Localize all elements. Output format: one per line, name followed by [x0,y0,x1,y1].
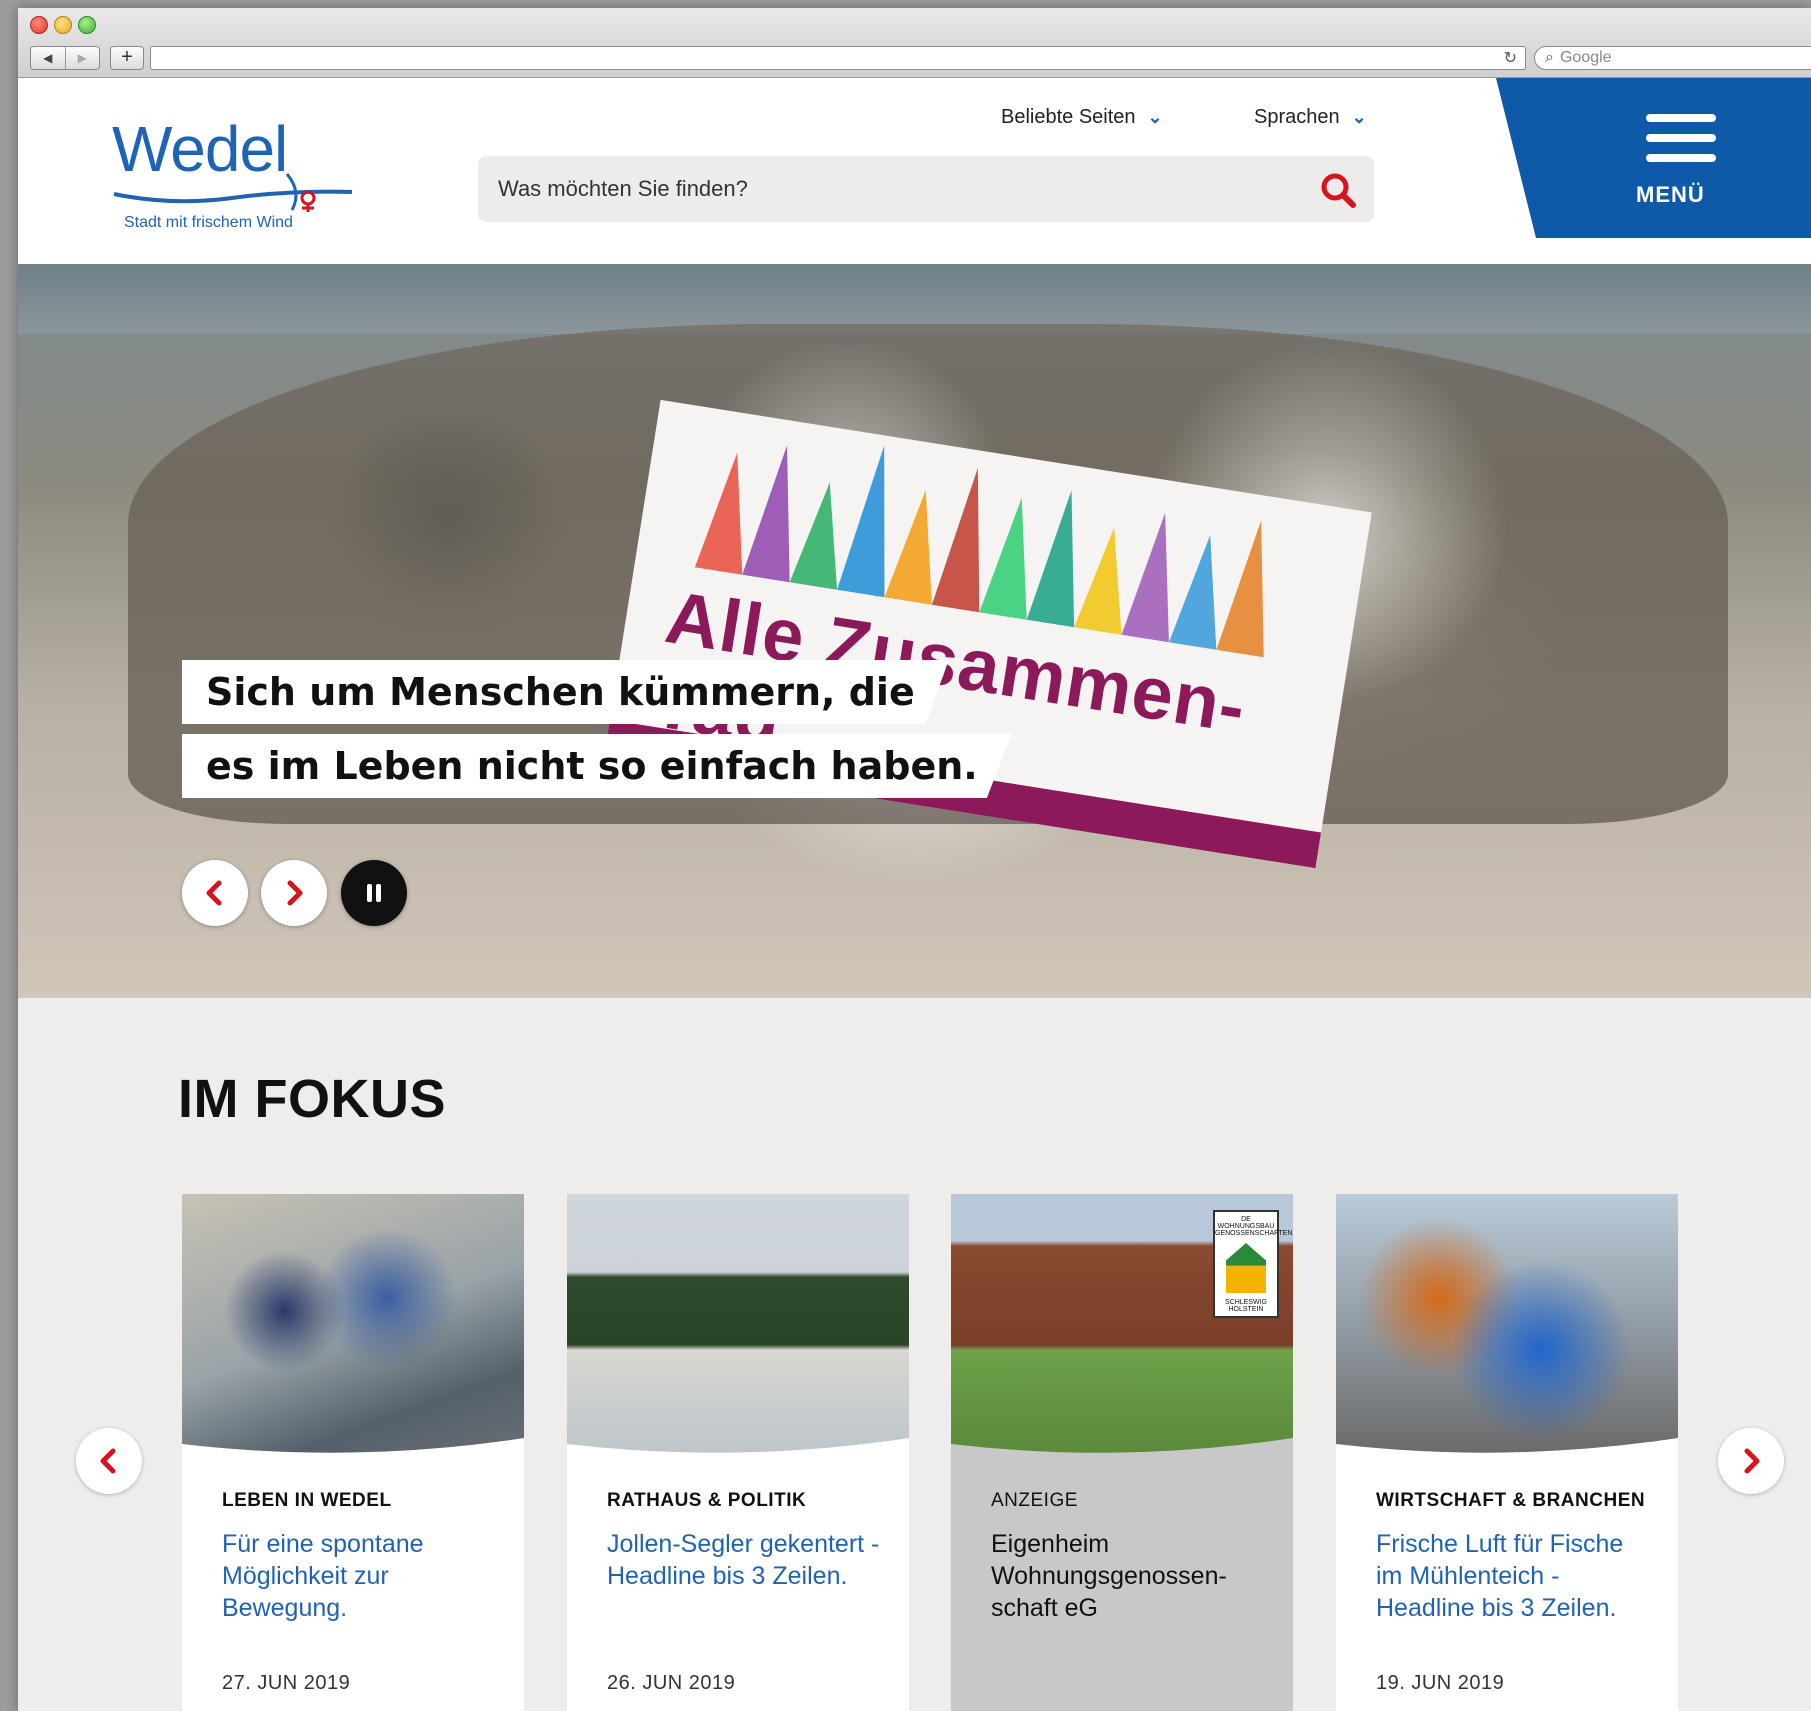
card-category: RATHAUS & POLITIK [607,1490,807,1511]
card-headline[interactable]: Jollen-Segler gekentert - Headline bis 3… [607,1528,887,1592]
cooperative-logo: DE WOHNUNGSBAU GENOSSENSCHAFTEN SCHLESWI… [1213,1210,1293,1318]
browser-search-placeholder: Google [1559,49,1612,66]
hero-caption-line-2: es im Leben nicht so einfach haben. [182,734,1012,798]
card-headline[interactable]: Für eine spontane Möglichkeit zur Bewegu… [222,1528,502,1624]
card-wave-divider [951,1438,1293,1464]
close-window-button[interactable] [30,16,48,34]
slider-pause-button[interactable] [341,860,407,926]
badge-text-top: DE WOHNUNGSBAU GENOSSENSCHAFTEN [1215,1216,1293,1237]
magnifier-icon: ⌕ [1545,49,1554,66]
history-nav: ◀ ▶ [30,46,100,70]
badge-text-bottom: SCHLESWIG HOLSTEIN [1224,1299,1267,1313]
news-card[interactable]: WIRTSCHAFT & BRANCHEN Frische Luft für F… [1336,1194,1678,1711]
site-header: Wedel Stadt mit frischem Wind Beliebte S… [18,78,1811,264]
zoom-window-button[interactable] [78,16,96,34]
card-wave-divider [567,1438,909,1464]
house-logo-icon [1226,1243,1266,1293]
reload-icon[interactable]: ↻ [1504,48,1517,68]
card-wave-divider [182,1438,524,1464]
card-date: 27. JUN 2019 [222,1672,351,1694]
site-search [478,156,1374,222]
chevron-right-icon [287,880,303,906]
hero-caption-line-1: Sich um Menschen kümmern, die [182,660,949,724]
carousel-prev-button[interactable] [76,1428,142,1494]
hamburger-icon [1646,114,1716,174]
web-page: Wedel Stadt mit frischem Wind Beliebte S… [18,78,1811,1711]
site-search-input[interactable] [478,156,1374,222]
browser-search-field[interactable]: ⌕ Google [1534,46,1811,70]
main-menu-button[interactable]: MENÜ [1496,78,1811,238]
new-tab-button[interactable]: + [110,46,144,70]
carousel-next-button[interactable] [1718,1428,1784,1494]
card-image [1336,1194,1678,1454]
card-category: WIRTSCHAFT & BRANCHEN [1376,1490,1646,1511]
card-date: 26. JUN 2019 [607,1672,736,1694]
news-card[interactable]: LEBEN IN WEDEL Für eine spontane Möglich… [182,1194,524,1711]
card-wave-divider [1336,1438,1678,1464]
popular-pages-label: Beliebte Seiten [1001,106,1136,128]
hero-slider: Alle Zusammen-Tag Sich um Menschen kümme… [18,264,1811,998]
chevron-down-icon: ⌄ [1147,107,1163,127]
wedel-logo[interactable]: Wedel Stadt mit frischem Wind [112,112,352,232]
section-title: IM FOKUS [178,1069,446,1129]
card-date: 19. JUN 2019 [1376,1672,1505,1694]
card-headline[interactable]: Frische Luft für Fische im Mühlenteich -… [1376,1528,1656,1624]
languages-label: Sprachen [1254,106,1340,128]
chevron-down-icon: ⌄ [1351,107,1367,127]
card-headline[interactable]: Eigenheim Wohnungsgenossen-schaft eG [991,1528,1271,1624]
back-button[interactable]: ◀ [31,47,66,69]
logo-wave-icon [113,173,352,212]
languages-dropdown[interactable]: Sprachen ⌄ [1254,106,1367,129]
slider-prev-button[interactable] [182,860,248,926]
chevron-left-icon [206,880,222,906]
slider-next-button[interactable] [261,860,327,926]
browser-toolbar: ◀ ▶ + ↻ ⌕ Google [18,8,1811,78]
card-image [182,1194,524,1454]
card-image [567,1194,909,1454]
forward-button[interactable]: ▶ [66,47,100,69]
menu-label: MENÜ [1636,182,1705,207]
card-category: ANZEIGE [991,1490,1078,1511]
card-category: LEBEN IN WEDEL [222,1490,392,1511]
browser-window: ◀ ▶ + ↻ ⌕ Google Wedel Stadt mit frischem… [18,8,1811,1711]
search-icon[interactable] [1318,170,1358,210]
logo-tagline: Stadt mit frischem Wind [124,214,293,231]
pause-icon [367,884,381,902]
chevron-left-icon [100,1448,116,1474]
minimize-window-button[interactable] [54,16,72,34]
popular-pages-dropdown[interactable]: Beliebte Seiten ⌄ [1001,106,1163,129]
address-bar[interactable]: ↻ [150,46,1526,70]
news-card[interactable]: RATHAUS & POLITIK Jollen-Segler gekenter… [567,1194,909,1711]
chevron-right-icon [1744,1448,1760,1474]
ad-card[interactable]: DE WOHNUNGSBAU GENOSSENSCHAFTEN SCHLESWI… [951,1194,1293,1711]
